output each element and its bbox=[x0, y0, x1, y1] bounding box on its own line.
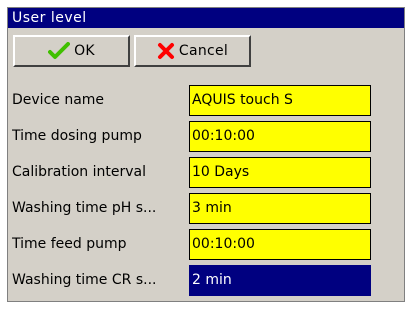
washing-time-ph-field[interactable]: 3 min bbox=[189, 193, 371, 224]
row-time-dosing-pump: Time dosing pump 00:10:00 bbox=[8, 118, 404, 154]
washing-time-ph-label: Washing time pH s... bbox=[12, 200, 157, 216]
row-washing-time-cr: Washing time CR s... 2 min bbox=[8, 262, 404, 298]
calibration-interval-label: Calibration interval bbox=[12, 164, 146, 180]
dialog-title: User level bbox=[8, 8, 404, 28]
cancel-button-label: Cancel bbox=[178, 43, 229, 59]
user-level-dialog: User level OK Cancel Device name AQUIS t… bbox=[7, 7, 405, 302]
device-name-label: Device name bbox=[12, 92, 105, 108]
row-device-name: Device name AQUIS touch S bbox=[8, 82, 404, 118]
ok-button-label: OK bbox=[74, 43, 95, 59]
washing-time-cr-label: Washing time CR s... bbox=[12, 272, 157, 288]
time-dosing-pump-label: Time dosing pump bbox=[12, 128, 142, 144]
row-washing-time-ph: Washing time pH s... 3 min bbox=[8, 190, 404, 226]
checkmark-icon bbox=[48, 42, 71, 60]
device-name-field[interactable]: AQUIS touch S bbox=[189, 85, 371, 116]
cancel-button[interactable]: Cancel bbox=[134, 35, 251, 67]
time-feed-pump-label: Time feed pump bbox=[12, 236, 127, 252]
time-dosing-pump-field[interactable]: 00:10:00 bbox=[189, 121, 371, 152]
row-calibration-interval: Calibration interval 10 Days bbox=[8, 154, 404, 190]
washing-time-cr-field[interactable]: 2 min bbox=[189, 265, 371, 296]
row-time-feed-pump: Time feed pump 00:10:00 bbox=[8, 226, 404, 262]
time-feed-pump-field[interactable]: 00:10:00 bbox=[189, 229, 371, 260]
toolbar: OK Cancel bbox=[8, 28, 404, 82]
ok-button[interactable]: OK bbox=[13, 35, 130, 67]
x-icon bbox=[157, 42, 175, 60]
calibration-interval-field[interactable]: 10 Days bbox=[189, 157, 371, 188]
